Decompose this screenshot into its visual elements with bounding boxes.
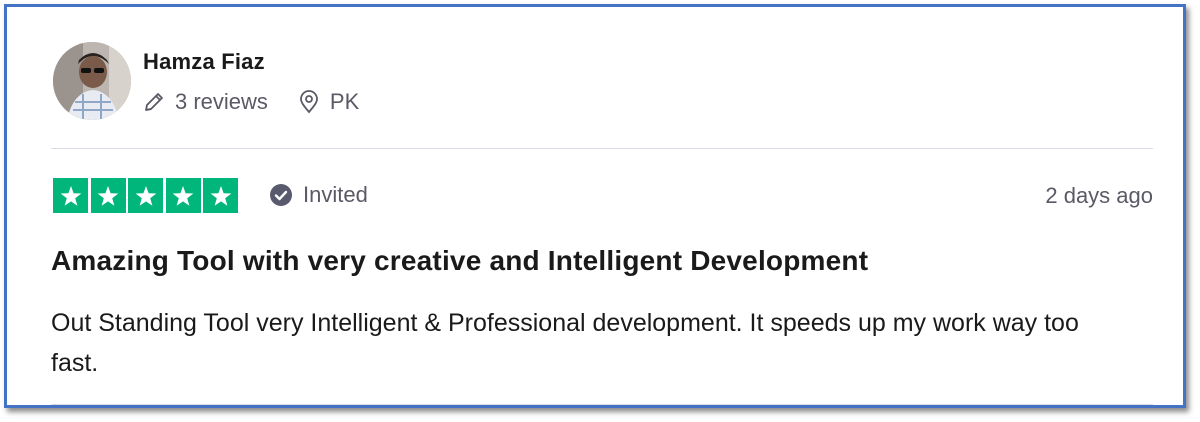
reviewer-name[interactable]: Hamza Fiaz <box>143 49 265 75</box>
review-title[interactable]: Amazing Tool with very creative and Inte… <box>51 245 868 277</box>
review-card-frame: Hamza Fiaz 3 reviews PK Invited 2 days a… <box>4 4 1186 408</box>
invited-label: Invited <box>303 182 368 207</box>
avatar-image <box>53 42 131 120</box>
star-icon <box>53 178 88 213</box>
review-count: 3 reviews <box>143 89 268 115</box>
review-date: 2 days ago <box>1045 183 1153 208</box>
reviewer-meta: 3 reviews PK <box>143 89 359 115</box>
footer-divider <box>51 404 1153 405</box>
avatar[interactable] <box>53 42 131 120</box>
review-card: Hamza Fiaz 3 reviews PK Invited 2 days a… <box>7 7 1183 405</box>
star-icon <box>90 178 126 213</box>
country-label: PK <box>329 89 360 114</box>
header-divider <box>51 148 1153 149</box>
review-count-label: 3 reviews <box>175 89 268 114</box>
star-icon <box>203 178 238 213</box>
check-circle-icon <box>270 184 292 206</box>
reviewer-location: PK <box>298 89 359 115</box>
invited-badge[interactable]: Invited <box>269 182 368 208</box>
location-pin-icon <box>300 90 318 114</box>
star-rating <box>53 178 241 213</box>
star-icon <box>165 178 201 213</box>
pencil-icon <box>145 93 163 111</box>
star-icon <box>128 178 163 213</box>
review-body: Out Standing Tool very Intelligent & Pro… <box>51 309 1079 377</box>
